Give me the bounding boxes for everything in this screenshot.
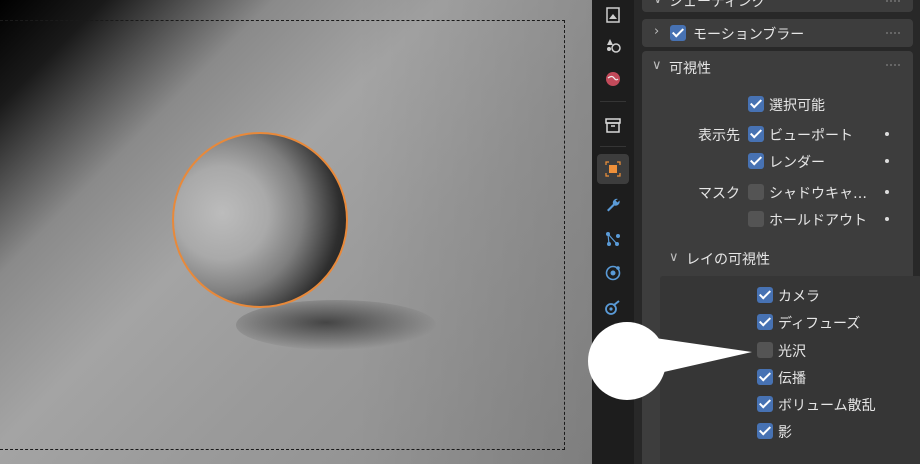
ray-visibility-title[interactable]: レイの可視性	[686, 249, 770, 269]
chevron-right-icon: ›	[654, 24, 660, 39]
shadow-ray-label: 影	[778, 425, 792, 441]
tab-separator	[600, 101, 626, 102]
viewport-label: ビューポート	[769, 128, 853, 144]
diffuse-ray-checkbox[interactable]	[757, 314, 773, 330]
transmission-ray-checkbox[interactable]	[757, 369, 773, 385]
chevron-down-icon: ∨	[653, 0, 663, 7]
keyframe-dot-icon[interactable]	[885, 132, 889, 136]
particle-nodes-icon	[604, 230, 622, 248]
physics-tab[interactable]	[597, 258, 629, 288]
object-tab[interactable]	[597, 154, 629, 184]
motion-blur-panel[interactable]: › モーションブラー	[642, 19, 913, 47]
particle-system-tab[interactable]	[597, 224, 629, 254]
volume-scatter-ray-checkbox[interactable]	[757, 396, 773, 412]
diffuse-ray-label: ディフューズ	[778, 316, 861, 332]
shadow-catcher-label: シャドウキャ…	[769, 186, 867, 202]
render-label: レンダー	[769, 155, 825, 171]
texture-tab[interactable]	[597, 0, 629, 30]
collection-tab[interactable]	[597, 110, 629, 140]
glossy-ray-label: 光沢	[778, 344, 806, 360]
texture-icon	[604, 6, 622, 24]
collection-box-icon	[604, 116, 622, 134]
render-checkbox[interactable]	[748, 153, 764, 169]
wrench-icon	[604, 196, 622, 214]
glossy-ray-checkbox[interactable]	[757, 342, 773, 358]
drag-grip-icon[interactable]	[885, 31, 901, 35]
physics-orbit-icon	[604, 264, 622, 282]
camera-ray-checkbox[interactable]	[757, 287, 773, 303]
world-tab[interactable]	[597, 64, 629, 94]
mask-label: マスク	[698, 186, 740, 202]
shadow-catcher-checkbox[interactable]	[748, 184, 764, 200]
properties-editor[interactable]: ∨ シェーディング › モーションブラー ∨ 可視性 選択可能 表示先 ビューポ…	[634, 0, 920, 464]
shading-panel-label: シェーディング	[669, 0, 767, 10]
particles-icon	[604, 36, 622, 54]
tab-separator	[600, 146, 626, 147]
visibility-panel: ∨ 可視性 選択可能 表示先 ビューポート レンダー マスク シャドウキャ… ホ…	[642, 51, 920, 464]
selectable-checkbox[interactable]	[748, 96, 764, 112]
world-icon	[604, 70, 622, 88]
holdout-label: ホールドアウト	[769, 213, 867, 229]
object-square-icon	[604, 160, 622, 178]
shading-panel[interactable]: ∨ シェーディング	[642, 0, 913, 12]
visibility-panel-title[interactable]: 可視性	[669, 58, 711, 78]
chevron-down-icon: ∨	[669, 250, 679, 265]
ray-visibility-subpanel: カメラ ディフューズ 光沢 伝播 ボリューム散乱 影	[660, 276, 920, 464]
holdout-checkbox[interactable]	[748, 211, 764, 227]
drag-grip-icon[interactable]	[885, 63, 901, 67]
motion-blur-checkbox[interactable]	[670, 25, 686, 41]
keyframe-dot-icon[interactable]	[885, 217, 889, 221]
camera-ray-label: カメラ	[778, 289, 820, 305]
drag-grip-icon[interactable]	[885, 0, 901, 3]
selected-sphere-object[interactable]	[172, 132, 348, 308]
selectable-label: 選択可能	[769, 98, 825, 114]
viewport-checkbox[interactable]	[748, 126, 764, 142]
chevron-down-icon: ∨	[652, 58, 662, 73]
3d-viewport[interactable]	[0, 0, 592, 464]
transmission-ray-label: 伝播	[778, 371, 806, 387]
keyframe-dot-icon[interactable]	[885, 159, 889, 163]
properties-tab-strip	[592, 0, 634, 464]
modifier-tab[interactable]	[597, 190, 629, 220]
motion-blur-label: モーションブラー	[693, 27, 805, 43]
constraints-tab[interactable]	[597, 292, 629, 322]
keyframe-dot-icon[interactable]	[885, 190, 889, 194]
show-in-label: 表示先	[698, 128, 740, 144]
shadow-ray-checkbox[interactable]	[757, 423, 773, 439]
constraint-link-icon	[604, 298, 622, 316]
particles-tab[interactable]	[597, 30, 629, 60]
volume-scatter-ray-label: ボリューム散乱	[778, 398, 876, 414]
